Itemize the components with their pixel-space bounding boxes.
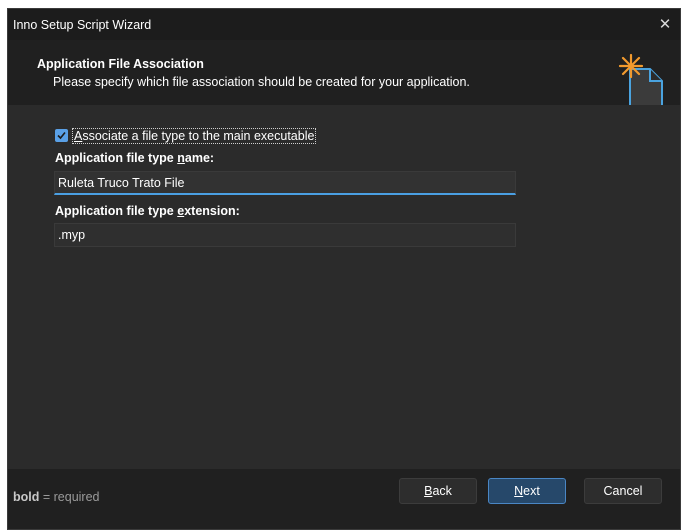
required-note: bold = required (13, 490, 100, 504)
extension-label-after: xtension: (184, 204, 240, 218)
required-note-rest: = required (39, 490, 100, 504)
required-note-bold: bold (13, 490, 40, 504)
next-mnemonic: N (514, 484, 524, 498)
checkmark-icon (57, 131, 66, 140)
content-area: Associate a file type to the main execut… (8, 105, 680, 469)
type-name-label-before: Application file type (55, 151, 178, 165)
type-name-label-mnemonic: n (177, 151, 185, 165)
page-header: Application File Association Please spec… (8, 40, 680, 110)
extension-label-before: Application file type (55, 204, 178, 218)
cancel-button[interactable]: Cancel (584, 478, 662, 504)
footer-bar: bold = required Back Next Cancel (8, 469, 680, 529)
type-name-field[interactable]: Ruleta Truco Trato File (54, 171, 516, 195)
associate-checkbox[interactable] (55, 129, 68, 142)
back-button[interactable]: Back (399, 478, 477, 504)
close-icon[interactable]: ✕ (655, 14, 675, 34)
window-title: Inno Setup Script Wizard (13, 18, 152, 32)
type-name-label: Application file type name: (55, 151, 214, 165)
page-subtitle: Please specify which file association sh… (53, 75, 470, 89)
next-label-rest: ext (523, 484, 540, 498)
wizard-window: Inno Setup Script Wizard ✕ Application F… (7, 8, 681, 530)
next-button[interactable]: Next (488, 478, 566, 504)
wizard-document-icon (618, 53, 663, 110)
associate-label-rest: ssociate a file type to the main executa… (82, 129, 315, 143)
extension-label: Application file type extension: (55, 204, 240, 218)
extension-field[interactable]: .myp (54, 223, 516, 247)
back-label-rest: ack (432, 484, 452, 498)
type-name-label-after: ame: (184, 151, 215, 165)
title-bar: Inno Setup Script Wizard ✕ (8, 9, 680, 40)
associate-checkbox-label[interactable]: Associate a file type to the main execut… (72, 128, 317, 144)
page-title: Application File Association (37, 57, 204, 71)
